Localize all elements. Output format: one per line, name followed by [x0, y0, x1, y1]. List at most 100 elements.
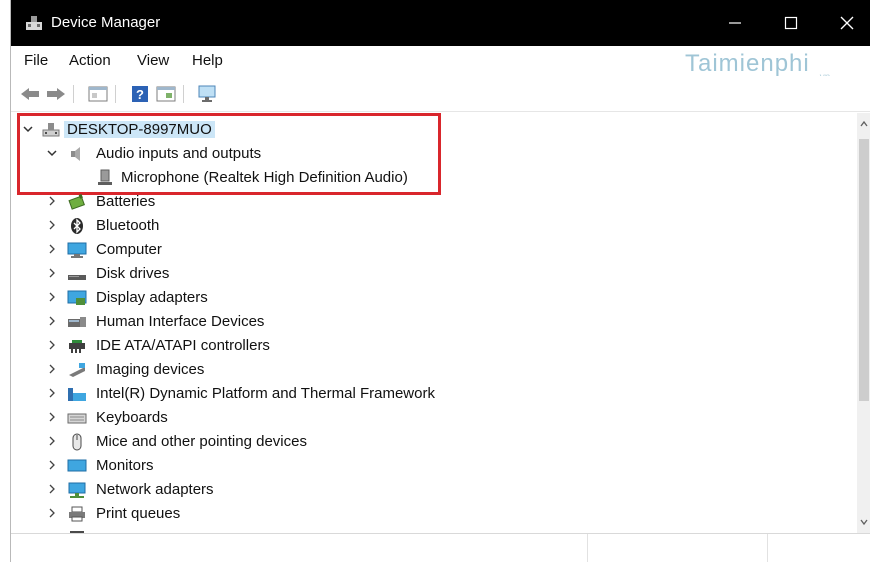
tree-category-keyboards[interactable]: Keyboards	[11, 406, 857, 430]
system-device-icon	[68, 388, 86, 401]
tree-category-network-adapters[interactable]: Network adapters	[11, 478, 857, 502]
status-bar	[11, 533, 870, 562]
tree-category-label: Print queues	[96, 505, 181, 522]
chevron-right-icon[interactable]	[45, 386, 59, 400]
chevron-right-icon[interactable]	[45, 458, 59, 472]
minimize-icon	[729, 22, 741, 24]
title-bar[interactable]: Device Manager	[11, 0, 870, 46]
tree-category-intel-thermal[interactable]: Intel(R) Dynamic Platform and Thermal Fr…	[11, 382, 857, 406]
back-button[interactable]	[19, 84, 41, 104]
close-icon	[840, 16, 854, 30]
tree-category-monitors[interactable]: Monitors	[11, 454, 857, 478]
keyboard-icon	[67, 413, 87, 424]
properties-icon	[156, 86, 176, 102]
tree-category-label: Computer	[96, 241, 162, 258]
tree-category-label: Network adapters	[96, 481, 214, 498]
tree-category-audio[interactable]: Audio inputs and outputs	[11, 142, 857, 166]
menu-view[interactable]: View	[137, 52, 169, 69]
tree-category-print-queues[interactable]: Print queues	[11, 502, 857, 526]
printer-icon	[69, 506, 85, 522]
close-button[interactable]	[819, 0, 870, 46]
tree-category-label: Imaging devices	[96, 361, 205, 378]
chevron-down-icon[interactable]	[21, 122, 35, 136]
tree-category-batteries[interactable]: Batteries	[11, 190, 857, 214]
properties-button[interactable]	[155, 84, 177, 104]
arrow-left-icon	[21, 88, 39, 100]
tree-category-ide-ata[interactable]: IDE ATA/ATAPI controllers	[11, 334, 857, 358]
tree-category-label: IDE ATA/ATAPI controllers	[96, 337, 270, 354]
tree-category-label: Batteries	[96, 193, 156, 210]
scroll-down-icon[interactable]	[859, 517, 869, 527]
scroll-up-icon[interactable]	[859, 119, 869, 129]
tree-category-partial[interactable]	[11, 526, 857, 533]
chevron-down-icon[interactable]	[45, 146, 59, 160]
chevron-right-icon[interactable]	[45, 218, 59, 232]
console-tree-icon	[88, 86, 108, 102]
display-adapter-icon	[67, 290, 87, 305]
scan-hardware-button[interactable]	[197, 84, 219, 104]
svg-text:?: ?	[136, 87, 144, 102]
show-hide-console-tree-button[interactable]	[87, 84, 109, 104]
menu-file[interactable]: File	[24, 52, 48, 69]
tree-category-label: Human Interface Devices	[96, 313, 265, 330]
tree-category-label: Intel(R) Dynamic Platform and Thermal Fr…	[96, 385, 435, 402]
chevron-right-icon[interactable]	[45, 434, 59, 448]
forward-button[interactable]	[45, 84, 67, 104]
minimize-button[interactable]	[707, 0, 763, 46]
menu-help[interactable]: Help	[192, 52, 223, 69]
chevron-right-icon[interactable]	[45, 242, 59, 256]
tree-category-label: Audio inputs and outputs	[96, 145, 262, 162]
status-section	[767, 534, 870, 562]
toolbar: ?	[11, 76, 870, 112]
tree-root-label: DESKTOP-8997MUO	[64, 121, 215, 138]
chevron-right-icon[interactable]	[45, 482, 59, 496]
help-button[interactable]: ?	[129, 84, 151, 104]
battery-icon	[68, 193, 85, 210]
tree-device-microphone[interactable]: Microphone (Realtek High Definition Audi…	[11, 166, 857, 190]
maximize-button[interactable]	[763, 0, 819, 46]
tree-category-display-adapters[interactable]: Display adapters	[11, 286, 857, 310]
arrow-right-icon	[47, 88, 65, 100]
tree-category-mice[interactable]: Mice and other pointing devices	[11, 430, 857, 454]
status-section	[587, 534, 767, 562]
tree-category-label: Bluetooth	[96, 217, 160, 234]
mouse-icon	[72, 433, 82, 451]
chevron-right-icon[interactable]	[45, 194, 59, 208]
tree-category-computer[interactable]: Computer	[11, 238, 857, 262]
network-adapter-icon	[68, 482, 86, 498]
disk-drive-icon	[68, 275, 86, 280]
vertical-scrollbar[interactable]	[857, 113, 870, 533]
scrollbar-thumb[interactable]	[859, 139, 869, 401]
bluetooth-icon	[71, 218, 83, 234]
tree-category-bluetooth[interactable]: Bluetooth	[11, 214, 857, 238]
chevron-right-icon[interactable]	[45, 410, 59, 424]
human-interface-device-icon	[68, 317, 86, 327]
microphone-device-icon	[98, 169, 112, 185]
ide-controller-icon	[69, 340, 85, 353]
tree-category-label: Keyboards	[96, 409, 168, 426]
chevron-right-icon[interactable]	[45, 290, 59, 304]
chevron-right-icon[interactable]	[45, 506, 59, 520]
tree-category-imaging-devices[interactable]: Imaging devices	[11, 358, 857, 382]
tree-category-label: Disk drives	[96, 265, 170, 282]
window-title: Device Manager	[51, 14, 161, 31]
chevron-right-icon[interactable]	[45, 362, 59, 376]
tree-category-hid[interactable]: Human Interface Devices	[11, 310, 857, 334]
chevron-right-icon[interactable]	[45, 338, 59, 352]
device-tree[interactable]: DESKTOP-8997MUO Audio inputs and outputs…	[11, 113, 857, 533]
help-question-icon: ?	[132, 86, 148, 102]
tree-root-computer[interactable]: DESKTOP-8997MUO	[11, 118, 857, 142]
device-manager-app-icon	[26, 16, 42, 30]
device-manager-window: Device Manager File Action View Help Tai…	[10, 0, 870, 562]
menu-action[interactable]: Action	[69, 52, 111, 69]
computer-monitor-icon	[67, 242, 87, 258]
chevron-right-icon[interactable]	[45, 314, 59, 328]
tree-category-label: Mice and other pointing devices	[96, 433, 307, 450]
watermark-logo: Taimienphi	[685, 50, 810, 77]
toolbar-separator	[73, 85, 74, 103]
monitor-scan-icon	[198, 85, 216, 102]
imaging-device-icon	[69, 363, 85, 377]
chevron-right-icon[interactable]	[45, 266, 59, 280]
maximize-icon	[784, 16, 798, 30]
tree-category-disk-drives[interactable]: Disk drives	[11, 262, 857, 286]
